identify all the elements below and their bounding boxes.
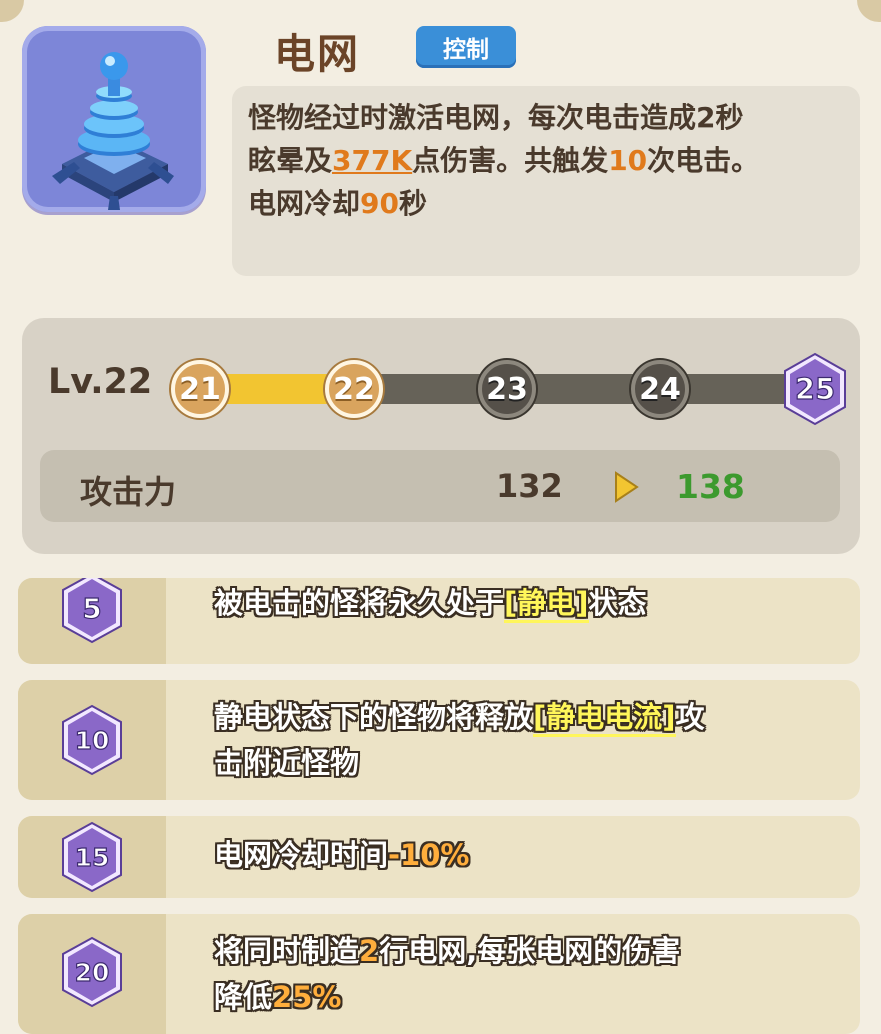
frame-corner-left [0, 0, 24, 22]
level-node-25-max: 25 [782, 352, 848, 430]
hexagon-badge-icon: 5 [62, 578, 122, 644]
perk-row-lv15: 15 电网冷却时间-10% [18, 816, 860, 898]
svg-text:15: 15 [75, 843, 110, 872]
perk-level-badge: 20 [60, 936, 124, 1012]
perk-level-badge: 15 [60, 821, 124, 897]
hexagon-badge-icon: 15 [62, 821, 122, 893]
hexagon-badge-icon: 25 [784, 352, 846, 426]
stat-name: 攻击力 [80, 473, 177, 511]
attack-stat-row: 攻击力 132 138 [40, 450, 840, 522]
stat-current-value: 132 [496, 467, 563, 505]
perk-level-badge: 5 [60, 578, 124, 648]
keyword-static-current: [静电电流] [533, 700, 676, 737]
arrow-right-icon [615, 471, 639, 503]
perk-row-lv20: 20 将同时制造2行电网,每张电网的伤害 降低25% [18, 914, 860, 1034]
tesla-tower-icon [52, 52, 174, 210]
level-node-24: 24 [631, 360, 689, 418]
damage-value: 377K [332, 144, 413, 177]
level-progress-track [354, 374, 812, 404]
skill-name: 电网 [274, 30, 360, 78]
hexagon-badge-icon: 10 [62, 704, 122, 776]
svg-text:5: 5 [82, 592, 101, 625]
hexagon-badge-icon: 20 [62, 936, 122, 1008]
perk-text: 静电状态下的怪物将释放[静电电流]攻 击附近怪物 [214, 700, 705, 780]
skill-icon-frame [22, 26, 206, 212]
perk-text: 将同时制造2行电网,每张电网的伤害 降低25% [214, 934, 681, 1014]
level-node-25-label: 25 [795, 372, 835, 406]
level-node-22: 22 [325, 360, 383, 418]
level-node-21: 21 [171, 360, 229, 418]
cooldown-reduction-value: -10% [388, 838, 470, 872]
skill-description: 怪物经过时激活电网，每次电击造成2秒 眩晕及377K点伤害。共触发10次电击。 … [232, 86, 860, 276]
perk-row-lv10: 10 静电状态下的怪物将释放[静电电流]攻 击附近怪物 [18, 680, 860, 800]
grid-count-value: 2 [359, 934, 380, 968]
level-panel: Lv.22 21 22 23 24 25 攻击力 132 138 [22, 318, 860, 554]
perk-text: 被电击的怪将永久处于[静电]状态 [214, 580, 814, 626]
damage-reduction-value: 25% [272, 980, 342, 1014]
desc-line-3: 电网冷却90秒 [248, 187, 427, 220]
svg-text:20: 20 [75, 958, 110, 987]
desc-line-1: 怪物经过时激活电网，每次电击造成2秒 [248, 101, 744, 134]
frame-corner-right [857, 0, 881, 22]
perk-row-lv5: 5 被电击的怪将永久处于[静电]状态 [18, 578, 860, 664]
keyword-static: [静电] [504, 586, 589, 623]
svg-text:10: 10 [75, 726, 110, 755]
current-level-label: Lv.22 [48, 362, 153, 402]
perk-level-badge: 10 [60, 704, 124, 780]
cooldown-value: 90 [360, 187, 399, 220]
level-node-23: 23 [478, 360, 536, 418]
perk-text: 电网冷却时间-10% [214, 838, 470, 872]
stat-next-value: 138 [676, 467, 745, 506]
hit-count-value: 10 [608, 144, 648, 177]
desc-line-2: 眩晕及377K点伤害。共触发10次电击。 [248, 144, 760, 177]
skill-tag-badge: 控制 [416, 26, 516, 68]
